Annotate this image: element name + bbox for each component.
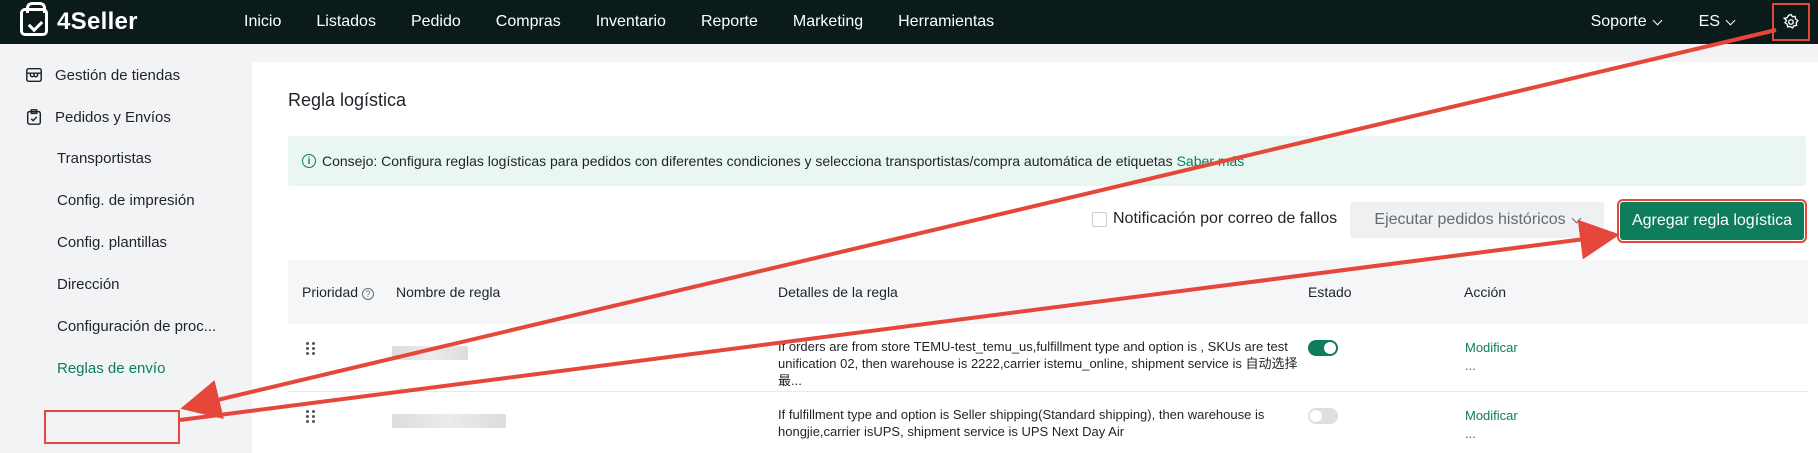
header-rule-name: Nombre de regla: [396, 284, 501, 300]
sidebar: Gestión de tiendas Pedidos y Envíos Tran…: [0, 44, 252, 453]
rule-details: If orders are from store TEMU-test_temu_…: [778, 339, 1298, 388]
nav-inventario[interactable]: Inventario: [596, 13, 666, 31]
email-notify-label: Notificación por correo de fallos: [1113, 210, 1338, 227]
tip-text: Consejo: Configura reglas logísticas par…: [322, 153, 1173, 169]
table-header: Prioridad? Nombre de regla Detalles de l…: [288, 260, 1808, 324]
status-toggle[interactable]: [1308, 408, 1338, 424]
language-menu[interactable]: ES: [1698, 13, 1736, 31]
nav-compras[interactable]: Compras: [496, 13, 561, 31]
sidebar-item-stores[interactable]: Gestión de tiendas: [25, 66, 180, 84]
page-title: Regla logística: [288, 90, 407, 110]
tip-banner: i Consejo: Configura reglas logísticas p…: [288, 136, 1806, 186]
toggle-knob: [1310, 410, 1322, 422]
header-priority-label: Prioridad: [302, 284, 359, 300]
nav-marketing[interactable]: Marketing: [793, 13, 863, 31]
chevron-down-icon: [1652, 15, 1663, 25]
bag-logo-icon: [20, 2, 48, 36]
modify-link[interactable]: Modificar: [1465, 408, 1518, 423]
nav-pedido[interactable]: Pedido: [411, 13, 461, 31]
rule-details: If fulfillment type and option is Seller…: [778, 407, 1265, 439]
run-historic-label: Ejecutar pedidos históricos: [1374, 211, 1566, 228]
chevron-down-icon: [1725, 15, 1736, 25]
support-menu[interactable]: Soporte: [1590, 13, 1663, 31]
sidebar-item-label: Pedidos y Envíos: [55, 108, 171, 126]
rule-name-redacted: [392, 414, 506, 428]
main-nav: Inicio Listados Pedido Compras Inventari…: [244, 13, 1029, 31]
header-priority: Prioridad?: [302, 284, 375, 300]
store-icon: [26, 67, 42, 83]
email-notify-checkbox[interactable]: Notificación por correo de fallos: [1092, 210, 1337, 228]
highlight-box: [44, 410, 180, 444]
info-icon: i: [302, 154, 316, 168]
nav-listados[interactable]: Listados: [316, 13, 376, 31]
language-label: ES: [1698, 13, 1720, 30]
brand-logo[interactable]: 4Seller: [20, 2, 190, 36]
sidebar-item-process-config[interactable]: Configuración de proc...: [57, 318, 216, 335]
status-toggle[interactable]: [1308, 340, 1338, 356]
sidebar-item-address[interactable]: Dirección: [57, 276, 120, 293]
toggle-knob: [1324, 342, 1336, 354]
brand-name: 4Seller: [57, 8, 138, 35]
sidebar-item-print-config[interactable]: Config. de impresión: [57, 192, 195, 209]
sidebar-item-shipping-rules[interactable]: Reglas de envío: [57, 360, 165, 377]
clipboard-icon: [26, 109, 42, 125]
settings-button[interactable]: [1772, 3, 1810, 41]
nav-inicio[interactable]: Inicio: [244, 13, 281, 31]
more-actions-button[interactable]: ...: [1465, 358, 1476, 373]
sidebar-item-orders-shipping[interactable]: Pedidos y Envíos: [25, 108, 171, 126]
drag-handle-icon[interactable]: [306, 342, 316, 356]
add-rule-button[interactable]: Agregar regla logística: [1617, 199, 1807, 243]
table-row: If fulfillment type and option is Seller…: [288, 392, 1808, 453]
main-panel: Regla logística i Consejo: Configura reg…: [252, 62, 1818, 453]
help-icon[interactable]: ?: [362, 288, 375, 300]
rule-name-redacted: [392, 346, 468, 360]
table-row: If orders are from store TEMU-test_temu_…: [288, 324, 1808, 392]
sidebar-item-templates[interactable]: Config. plantillas: [57, 234, 167, 251]
header-status: Estado: [1308, 284, 1352, 300]
checkbox-box[interactable]: [1092, 211, 1107, 227]
learn-more-link[interactable]: Saber más: [1177, 153, 1245, 169]
header-rule-details: Detalles de la regla: [778, 284, 898, 300]
nav-reporte[interactable]: Reporte: [701, 13, 758, 31]
modify-link[interactable]: Modificar: [1465, 340, 1518, 355]
support-label: Soporte: [1590, 13, 1647, 30]
chevron-down-icon: [1571, 213, 1582, 223]
nav-herramientas[interactable]: Herramientas: [898, 13, 994, 31]
sidebar-item-carriers[interactable]: Transportistas: [57, 150, 151, 167]
header-action: Acción: [1464, 284, 1507, 300]
top-navbar: 4Seller Inicio Listados Pedido Compras I…: [0, 0, 1818, 44]
more-actions-button[interactable]: ...: [1465, 426, 1476, 441]
sidebar-item-label: Gestión de tiendas: [55, 66, 181, 84]
drag-handle-icon[interactable]: [306, 410, 316, 424]
gear-icon: [1782, 13, 1799, 29]
run-historic-dropdown[interactable]: Ejecutar pedidos históricos: [1350, 202, 1604, 238]
